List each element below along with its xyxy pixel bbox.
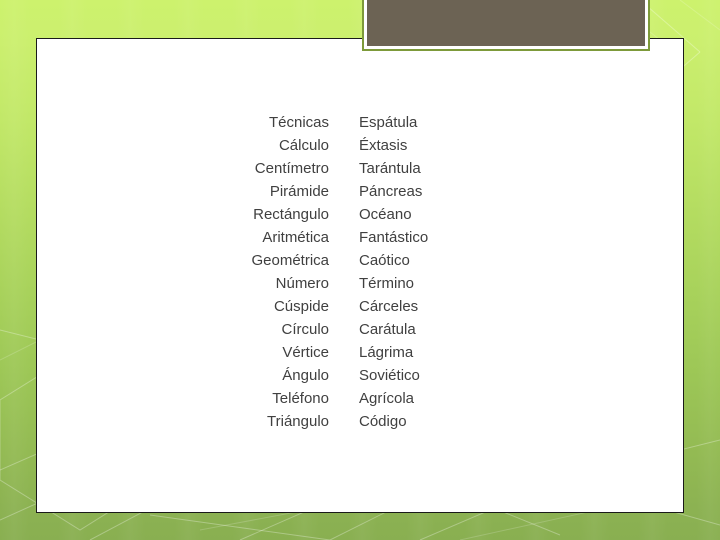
table-row: Técnicas Espátula	[37, 111, 685, 134]
word-left: Cúspide	[273, 298, 329, 315]
word-left: Rectángulo	[253, 206, 329, 223]
word-right: Espátula	[359, 114, 418, 131]
table-row: Cúspide Cárceles	[37, 295, 685, 318]
word-right: Cárceles	[359, 298, 419, 315]
table-row: Cálculo Éxtasis	[37, 134, 685, 157]
table-row: Aritmética Fantástico	[37, 226, 685, 249]
word-left: Cálculo	[278, 137, 329, 154]
word-left: Vértice	[282, 344, 329, 361]
word-right: Tarántula	[359, 160, 421, 177]
slide-canvas: Técnicas Espátula Cálculo Éxtasis Centímet…	[0, 0, 720, 540]
word-right: Caótico	[359, 252, 410, 269]
table-row: Geométrica Caótico	[37, 249, 685, 272]
word-left: Aritmética	[262, 229, 329, 246]
table-row: Teléfono Agrícola	[37, 387, 685, 410]
table-row: Rectángulo Océano	[37, 203, 685, 226]
table-row: Triángulo Código	[37, 410, 685, 433]
word-right: Lágrima	[359, 344, 414, 361]
title-placeholder[interactable]	[362, 0, 650, 51]
word-left: Número	[275, 275, 329, 292]
table-row: Círculo Carátula	[37, 318, 685, 341]
word-right: Océano	[359, 206, 412, 223]
word-left: Geométrica	[251, 252, 329, 269]
table-row: Número Término	[37, 272, 685, 295]
table-row: Pirámide Páncreas	[37, 180, 685, 203]
word-left: Centímetro	[254, 160, 329, 177]
table-row: Vértice Lágrima	[37, 341, 685, 364]
table-row: Centímetro Tarántula	[37, 157, 685, 180]
word-left: Pirámide	[269, 183, 329, 200]
word-right: Agrícola	[359, 390, 415, 407]
word-right: Éxtasis	[359, 137, 408, 154]
word-right: Soviético	[359, 367, 420, 384]
word-left: Círculo	[281, 321, 329, 338]
word-left: Teléfono	[272, 390, 329, 407]
word-right: Código	[359, 413, 407, 430]
word-left: Técnicas	[268, 114, 329, 131]
word-list-table: Técnicas Espátula Cálculo Éxtasis Centímet…	[37, 111, 685, 433]
word-right: Fantástico	[359, 229, 429, 246]
table-row: Ángulo Soviético	[37, 364, 685, 387]
word-left: Ángulo	[282, 367, 329, 384]
word-left: Triángulo	[267, 413, 329, 430]
title-placeholder-text	[367, 0, 645, 46]
word-right: Término	[359, 275, 415, 292]
word-right: Páncreas	[359, 183, 423, 200]
word-right: Carátula	[359, 321, 416, 338]
content-frame: Técnicas Espátula Cálculo Éxtasis Centímet…	[36, 38, 684, 513]
